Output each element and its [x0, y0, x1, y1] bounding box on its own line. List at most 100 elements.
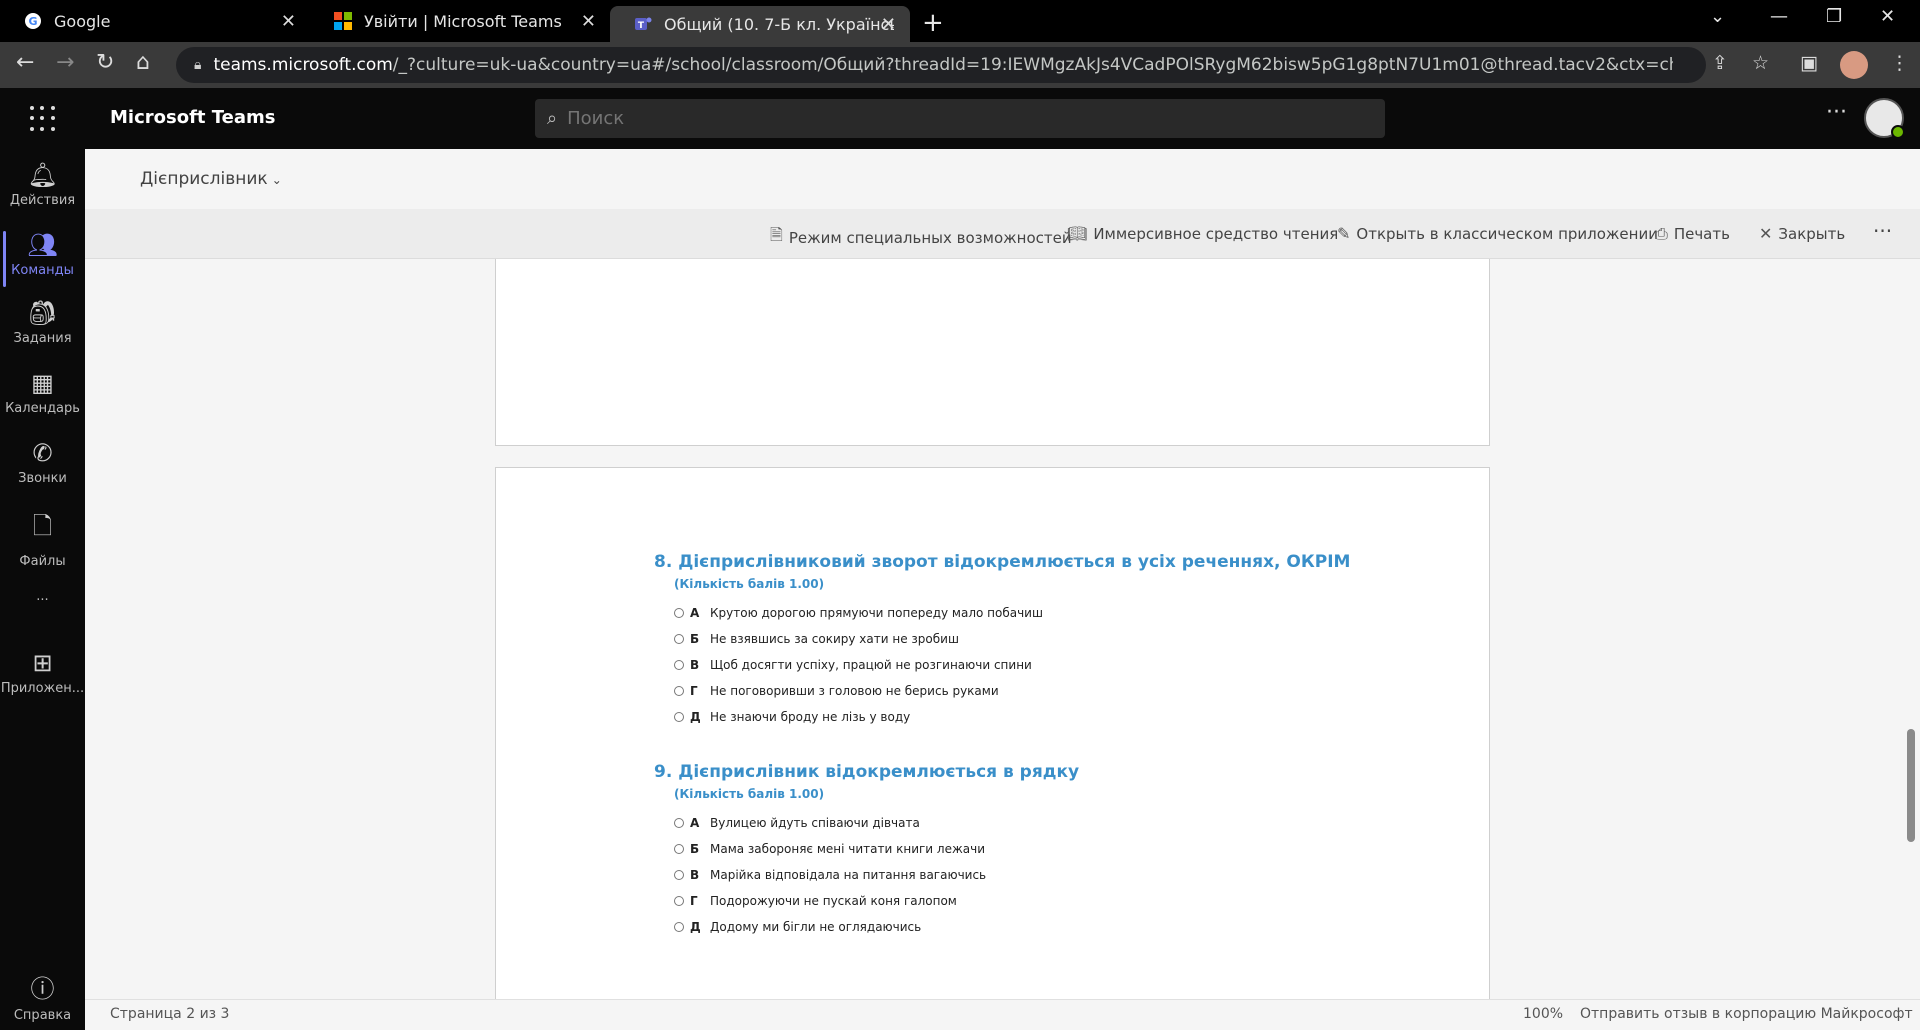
close-icon[interactable]: ✕	[281, 11, 296, 32]
more-options-icon[interactable]: ···	[1873, 219, 1892, 243]
rail-item-calls[interactable]: ✆ Звонки	[0, 439, 85, 486]
answer-option[interactable]: Г Не поговоривши з головою не берись рука…	[674, 684, 999, 698]
lock-icon[interactable]: 🔒︎	[194, 57, 201, 73]
zoom-level[interactable]: 100%	[1523, 1006, 1563, 1022]
help-icon: ⓘ	[30, 975, 55, 1003]
search-box[interactable]: ⌕	[535, 99, 1385, 138]
radio-icon[interactable]	[674, 634, 684, 644]
window-close-icon[interactable]: ✕	[1880, 6, 1895, 27]
radio-icon[interactable]	[674, 896, 684, 906]
answer-option[interactable]: Д Додому ми бігли не оглядаючись	[674, 920, 921, 934]
feedback-link[interactable]: Отправить отзыв в корпорацию Майкрософт	[1580, 1006, 1913, 1022]
restore-icon[interactable]: ❐	[1826, 6, 1842, 27]
side-panel-icon[interactable]: ▣	[1800, 52, 1818, 74]
reload-icon[interactable]: ↻	[96, 50, 114, 75]
immersive-reader-icon: 📖︎	[1067, 224, 1088, 243]
document-page: 8. Дієприслівниковий зворот відокремлюєт…	[495, 467, 1490, 999]
browser-profile-avatar[interactable]	[1840, 51, 1868, 79]
answer-option[interactable]: В Марійка відповідала на питання вагаючис…	[674, 868, 986, 882]
answer-option[interactable]: Д Не знаючи броду не лізь у воду	[674, 710, 910, 724]
rail-label: Задания	[13, 331, 72, 346]
app-name: Microsoft Teams	[110, 107, 276, 128]
user-avatar[interactable]	[1864, 98, 1905, 139]
rail-item-apps[interactable]: ⊞ Приложен...	[0, 649, 85, 696]
print-button[interactable]: ⎙ Печать	[1655, 224, 1730, 244]
browser-menu-icon[interactable]: ⋮	[1890, 52, 1909, 74]
chevron-down-icon: ⌄	[271, 173, 282, 187]
radio-icon[interactable]	[674, 712, 684, 722]
tab-teams-general[interactable]: T Общий (10. 7-Б кл. Українська м ✕	[610, 6, 910, 42]
radio-icon[interactable]	[674, 870, 684, 880]
back-icon[interactable]: ←	[16, 50, 34, 75]
bookmark-star-icon[interactable]: ☆	[1752, 52, 1769, 74]
url-text[interactable]: teams.microsoft.com/_?culture=uk-ua&coun…	[213, 55, 1673, 75]
rail-label: Календарь	[5, 401, 80, 416]
immersive-reader-button[interactable]: 📖︎ Иммерсивное средство чтения	[1067, 224, 1338, 243]
vertical-scrollbar[interactable]	[1907, 729, 1915, 842]
bell-icon: 🔔︎	[27, 161, 58, 189]
microsoft-icon	[334, 12, 352, 30]
page-indicator: Страница 2 из 3	[110, 1006, 230, 1022]
document-toolbar: 🗎︎ Режим специальных возможностей 📖︎ Имм…	[85, 209, 1920, 259]
radio-icon[interactable]	[674, 608, 684, 618]
rail-label: Действия	[9, 193, 76, 208]
answer-option[interactable]: А Крутою дорогою прямуючи попереду мало п…	[674, 606, 1043, 620]
backpack-icon: 🎒︎	[27, 299, 58, 327]
question-title: 8. Дієприслівниковий зворот відокремлюєт…	[654, 552, 1351, 572]
rail-label: Приложен...	[0, 681, 85, 696]
svg-text:T: T	[638, 21, 645, 31]
minimize-icon[interactable]: —	[1770, 6, 1788, 27]
document-viewer[interactable]: 8. Дієприслівниковий зворот відокремлюєт…	[85, 259, 1920, 999]
teams-icon: T	[634, 15, 652, 33]
tab-title: Google	[54, 11, 111, 31]
settings-more-icon[interactable]: ···	[1826, 100, 1847, 125]
left-rail: 🔔︎ Действия 👥︎ Команды 🎒︎ Задания ▦ Кале…	[0, 149, 85, 1030]
radio-icon[interactable]	[674, 686, 684, 696]
document-title-dropdown[interactable]: Дієприслівник ⌄	[140, 169, 282, 189]
home-icon[interactable]: ⌂	[136, 50, 150, 75]
content-panel: Дієприслівник ⌄ 🗎︎ Режим специальных возм…	[85, 149, 1920, 1030]
rail-item-assignments[interactable]: 🎒︎ Задания	[0, 299, 85, 346]
share-icon[interactable]: ⇪	[1712, 52, 1728, 74]
rail-item-teams[interactable]: 👥︎ Команды	[0, 231, 85, 287]
radio-icon[interactable]	[674, 844, 684, 854]
rail-label: Справка	[13, 1008, 72, 1023]
file-icon: 🗋︎	[32, 512, 53, 540]
close-icon[interactable]: ✕	[581, 11, 596, 32]
rail-item-calendar[interactable]: ▦ Календарь	[0, 369, 85, 416]
open-desktop-app-button[interactable]: ✎ Открыть в классическом приложении	[1337, 224, 1658, 243]
app-launcher-icon[interactable]	[30, 106, 56, 132]
address-bar[interactable]: 🔒︎ teams.microsoft.com/_?culture=uk-ua&c…	[176, 47, 1706, 83]
svg-text:G: G	[28, 15, 37, 28]
tab-search-icon[interactable]: ⌄	[1710, 6, 1725, 27]
radio-icon[interactable]	[674, 922, 684, 932]
rail-label: Команды	[11, 263, 74, 278]
forward-icon[interactable]: →	[56, 50, 74, 75]
search-input[interactable]	[567, 108, 1348, 129]
question-points: (Кількість балів 1.00)	[674, 787, 825, 801]
teams-header: Microsoft Teams ⌕ ···	[0, 88, 1920, 149]
new-tab-button[interactable]: +	[922, 8, 944, 38]
radio-icon[interactable]	[674, 818, 684, 828]
answer-option[interactable]: Б Мама забороняє мені читати книги лежачи	[674, 842, 985, 856]
answer-option[interactable]: Б Не взявшись за сокиру хати не зробиш	[674, 632, 959, 646]
rail-item-files[interactable]: 🗋︎ Файлы	[0, 509, 85, 569]
document-page-previous	[495, 259, 1490, 446]
answer-option[interactable]: Г Подорожуючи не пускай коня галопом	[674, 894, 957, 908]
search-icon: ⌕	[547, 108, 558, 129]
close-document-button[interactable]: ✕ Закрыть	[1759, 224, 1845, 243]
close-icon: ✕	[1759, 224, 1773, 243]
close-icon[interactable]: ✕	[881, 14, 896, 35]
rail-label: Файлы	[19, 554, 66, 569]
rail-item-more[interactable]: ...	[0, 589, 85, 604]
tab-google[interactable]: G Google ✕	[0, 0, 310, 42]
printer-icon: ⎙	[1655, 224, 1668, 243]
accessibility-mode-button[interactable]: 🗎︎ Режим специальных возможностей	[770, 224, 1072, 251]
answer-option[interactable]: В Щоб досягти успіху, працюй не розгинаюч…	[674, 658, 1032, 672]
rail-item-activity[interactable]: 🔔︎ Действия	[0, 161, 85, 208]
rail-item-help[interactable]: ⓘ Справка	[0, 969, 85, 1023]
radio-icon[interactable]	[674, 660, 684, 670]
question-title: 9. Дієприслівник відокремлюється в рядку	[654, 762, 1080, 782]
answer-option[interactable]: А Вулицею йдуть співаючи дівчата	[674, 816, 920, 830]
tab-microsoft-login[interactable]: Увійти | Microsoft Teams ✕	[310, 0, 610, 42]
